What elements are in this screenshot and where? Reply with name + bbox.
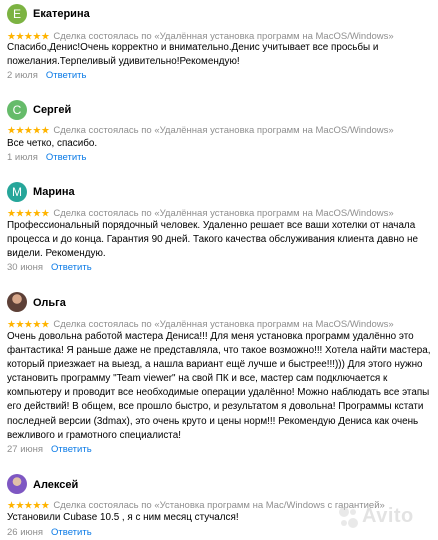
- deal-info: Сделка состоялась по «Удалённая установк…: [53, 208, 394, 220]
- review-text: Все четко, спасибо.: [7, 138, 98, 149]
- avatar[interactable]: [7, 292, 27, 312]
- review-meta: ★★★★★ Сделка состоялась по «Удалённая уст…: [7, 28, 394, 42]
- review-date: 26 июня: [7, 527, 44, 538]
- review-meta: ★★★★★ Сделка состоялась по «Установка про…: [7, 497, 385, 511]
- rating-stars: ★★★★★: [7, 319, 50, 331]
- review-meta: ★★★★★ Сделка состоялась по «Удалённая уст…: [7, 122, 394, 136]
- review-date: 2 июля: [7, 70, 38, 81]
- review-date: 30 июня: [7, 262, 44, 273]
- reviewer-name[interactable]: Сергей: [33, 104, 71, 116]
- review-text: Очень довольна работой мастера Дениса!!!…: [7, 331, 431, 441]
- review-footer: 2 июля Ответить: [7, 70, 86, 81]
- review-text: Профессиональный порядочный человек. Уда…: [7, 220, 418, 260]
- review-footer: 27 июня Ответить: [7, 444, 92, 455]
- review-text: Спасибо,Денис!Очень корректно и внимател…: [7, 42, 379, 68]
- avatar[interactable]: М: [7, 182, 27, 202]
- rating-stars: ★★★★★: [7, 208, 50, 220]
- deal-info: Сделка состоялась по «Удалённая установк…: [53, 319, 394, 331]
- review-date: 1 июля: [7, 152, 38, 163]
- reply-link[interactable]: Ответить: [46, 70, 87, 81]
- review-meta: ★★★★★ Сделка состоялась по «Удалённая уст…: [7, 205, 394, 219]
- reviewer-name[interactable]: Екатерина: [33, 8, 90, 20]
- deal-info: Сделка состоялась по «Удалённая установк…: [53, 125, 394, 137]
- deal-info: Сделка состоялась по «Установка программ…: [53, 500, 385, 512]
- reviewer-name[interactable]: Марина: [33, 186, 75, 198]
- review-footer: 1 июля Ответить: [7, 152, 86, 163]
- rating-stars: ★★★★★: [7, 125, 50, 137]
- avatar[interactable]: [7, 474, 27, 494]
- reply-link[interactable]: Ответить: [51, 527, 92, 538]
- reply-link[interactable]: Ответить: [46, 152, 87, 163]
- reviewer-name[interactable]: Ольга: [33, 297, 66, 309]
- reply-link[interactable]: Ответить: [51, 444, 92, 455]
- avatar[interactable]: С: [7, 100, 27, 120]
- avito-logo-icon: [339, 507, 358, 528]
- review-date: 27 июня: [7, 444, 44, 455]
- reply-link[interactable]: Ответить: [51, 262, 92, 273]
- review-footer: 30 июня Ответить: [7, 262, 92, 273]
- avatar[interactable]: Е: [7, 4, 27, 24]
- review-meta: ★★★★★ Сделка состоялась по «Удалённая уст…: [7, 316, 394, 330]
- reviewer-name[interactable]: Алексей: [33, 479, 78, 491]
- avito-watermark: Avito: [338, 498, 436, 538]
- rating-stars: ★★★★★: [7, 500, 50, 512]
- review-footer: 26 июня Ответить: [7, 527, 92, 538]
- avito-logo-text: Avito: [362, 505, 414, 527]
